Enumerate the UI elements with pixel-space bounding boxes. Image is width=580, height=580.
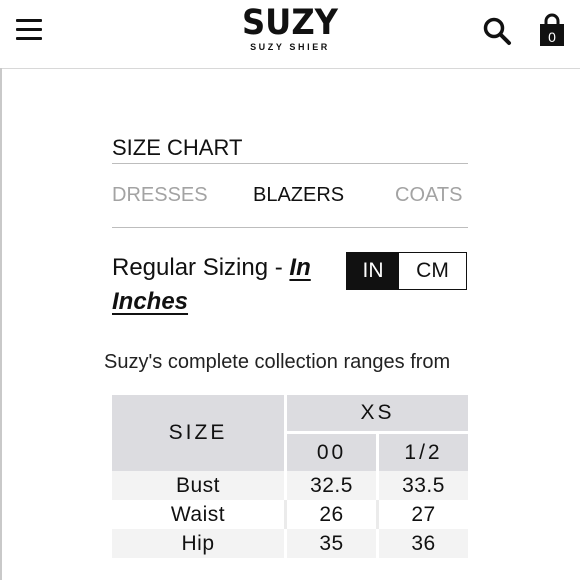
measurement-value: 36	[379, 529, 468, 558]
tab-dresses[interactable]: DRESSES	[112, 181, 208, 209]
size-table: SIZE XS 00 1/2 Bust 32.5 33.5 Waist 26 2…	[112, 395, 468, 558]
measurement-value: 27	[411, 503, 436, 526]
table-row: Hip 35 36	[112, 529, 468, 558]
size-header: SIZE	[112, 395, 287, 471]
size-sub-header: 00	[287, 434, 379, 471]
table-row: Bust 32.5 33.5	[112, 471, 468, 500]
unit-cm-button[interactable]: CM	[399, 253, 466, 289]
collection-description: Suzy's complete collection ranges from	[104, 351, 451, 373]
size-chart-title: SIZE CHART	[112, 135, 468, 164]
table-row: Waist 26 27	[112, 500, 468, 529]
brand-name: SUZY	[241, 3, 338, 43]
measurement-value: 35	[287, 529, 379, 558]
unit-in-button[interactable]: IN	[347, 253, 399, 289]
size-sub-header: 1/2	[379, 434, 468, 471]
size-group-header: XS	[287, 395, 468, 434]
category-tabs: DRESSES BLAZERS COATS	[112, 181, 468, 228]
search-icon[interactable]	[482, 16, 512, 46]
panel-edge	[0, 68, 2, 580]
measurement-label: Waist	[112, 500, 287, 529]
measurement-value: 32.5	[287, 471, 379, 500]
measurement-value: 26	[287, 500, 379, 529]
measurement-label: Hip	[112, 529, 287, 558]
measurement-label: Bust	[112, 471, 287, 500]
site-header: SUZY SUZY SHIER 0	[0, 0, 580, 69]
tab-blazers[interactable]: BLAZERS	[253, 181, 344, 209]
shopping-bag-icon[interactable]: 0	[538, 13, 566, 47]
brand-subtitle: SUZY SHIER	[250, 42, 330, 52]
unit-toggle: IN CM	[346, 252, 467, 290]
sizing-prefix: Regular Sizing -	[112, 254, 290, 281]
measurement-value: 33.5	[379, 471, 468, 500]
tab-coats[interactable]: COATS	[395, 181, 462, 209]
brand-logo[interactable]: SUZY SUZY SHIER	[220, 4, 360, 53]
cart-count: 0	[548, 29, 556, 45]
sizing-label: Regular Sizing - In Inches	[112, 251, 332, 319]
menu-icon[interactable]	[16, 19, 42, 41]
